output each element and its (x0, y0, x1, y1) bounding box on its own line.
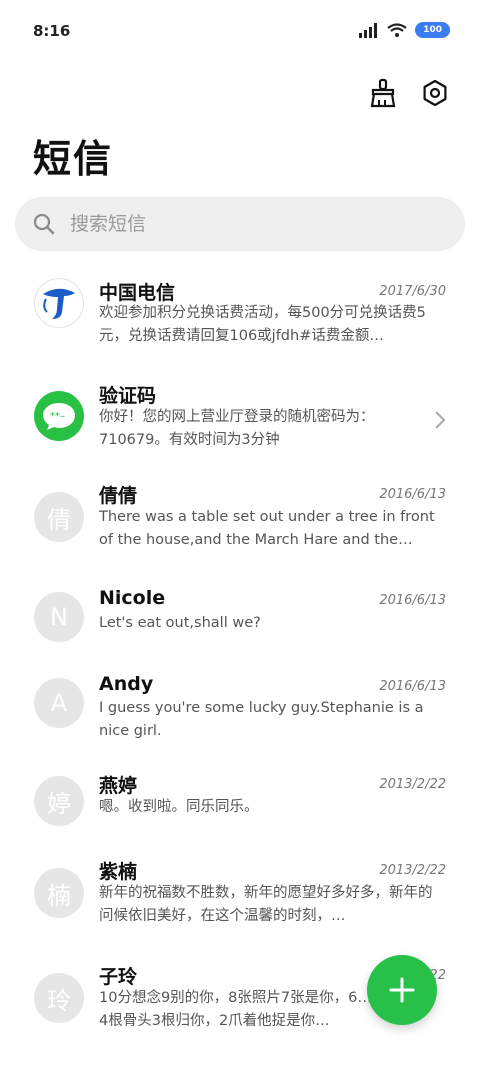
compose-button[interactable] (367, 955, 437, 1025)
conversation-item[interactable]: 中国电信 2017/6/30 欢迎参加积分兑换话费活动，每500分可兑换话费5元… (0, 262, 480, 366)
message-list: 中国电信 2017/6/30 欢迎参加积分兑换话费活动，每500分可兑换话费5元… (0, 262, 480, 1042)
toolbar (366, 76, 452, 110)
contact-name: 紫楠 (99, 861, 138, 883)
status-bar: 8:16 100 (0, 0, 480, 64)
status-icons: 100 (359, 22, 450, 38)
message-date: 2013/2/22 (379, 777, 446, 792)
avatar: 楠 (34, 868, 84, 918)
broom-icon (370, 78, 396, 108)
message-date: 2016/6/13 (379, 593, 446, 608)
battery-indicator: 100 (415, 22, 450, 38)
contact-name: 燕婷 (99, 775, 138, 797)
message-preview: I guess you're some lucky guy.Stephanie … (99, 700, 424, 739)
settings-button[interactable] (418, 76, 452, 110)
contact-name: 子玲 (99, 966, 138, 988)
conversation-item[interactable]: 婷 燕婷 2013/2/22 嗯。收到啦。同乐同乐。 (0, 760, 480, 846)
contact-name: 倩倩 (99, 485, 138, 507)
wifi-icon (387, 22, 407, 37)
message-date: 2016/6/13 (379, 679, 446, 694)
message-preview: There was a table set out under a tree i… (99, 509, 435, 548)
message-preview: 你好！您的网上营业厅登录的随机密码为：710679。有效时间为3分钟 (99, 409, 375, 448)
plus-icon (389, 977, 415, 1003)
contact-name: Nicole (99, 587, 166, 609)
message-bubble-icon: **– (43, 403, 75, 430)
chevron-right-icon (435, 411, 446, 429)
avatar: 玲 (34, 973, 84, 1023)
avatar: **– (34, 391, 84, 441)
gear-icon (423, 79, 447, 107)
message-date: 2017/6/30 (379, 284, 446, 299)
message-date: 2016/6/13 (379, 487, 446, 502)
search-bar[interactable] (15, 197, 465, 251)
contact-name: 验证码 (99, 385, 157, 407)
avatar: A (34, 678, 84, 728)
message-date: 2013/2/22 (379, 863, 446, 878)
contact-name: 中国电信 (99, 282, 176, 304)
message-preview: 嗯。收到啦。同乐同乐。 (99, 799, 259, 815)
svg-text:**–: **– (50, 411, 65, 422)
message-preview: Let's eat out,shall we? (99, 615, 261, 631)
page-title: 短信 (33, 137, 114, 181)
signal-icon (359, 22, 378, 38)
china-telecom-logo-icon (43, 288, 75, 319)
conversation-item[interactable]: 倩 倩倩 2016/6/13 There was a table set out… (0, 470, 480, 574)
search-icon (33, 213, 55, 235)
avatar: 婷 (34, 776, 84, 826)
status-time: 8:16 (33, 22, 71, 40)
conversation-item[interactable]: N Nicole 2016/6/13 Let's eat out,shall w… (0, 574, 480, 660)
avatar: 倩 (34, 492, 84, 542)
avatar: N (34, 592, 84, 642)
message-preview: 欢迎参加积分兑换话费活动，每500分可兑换话费5元，兑换话费请回复106或jfd… (99, 305, 426, 344)
search-input[interactable] (68, 212, 432, 236)
clean-button[interactable] (366, 76, 400, 110)
conversation-item[interactable]: 楠 紫楠 2013/2/22 新年的祝福数不胜数，新年的愿望好多好多，新年的问候… (0, 846, 480, 952)
message-preview: 新年的祝福数不胜数，新年的愿望好多好多，新年的问候依旧美好，在这个温馨的时刻，… (99, 885, 433, 924)
avatar (34, 278, 84, 328)
conversation-item[interactable]: **– 验证码 你好！您的网上营业厅登录的随机密码为：710679。有效时间为3… (0, 366, 480, 470)
conversation-item[interactable]: A Andy 2016/6/13 I guess you're some luc… (0, 660, 480, 760)
contact-name: Andy (99, 673, 154, 695)
